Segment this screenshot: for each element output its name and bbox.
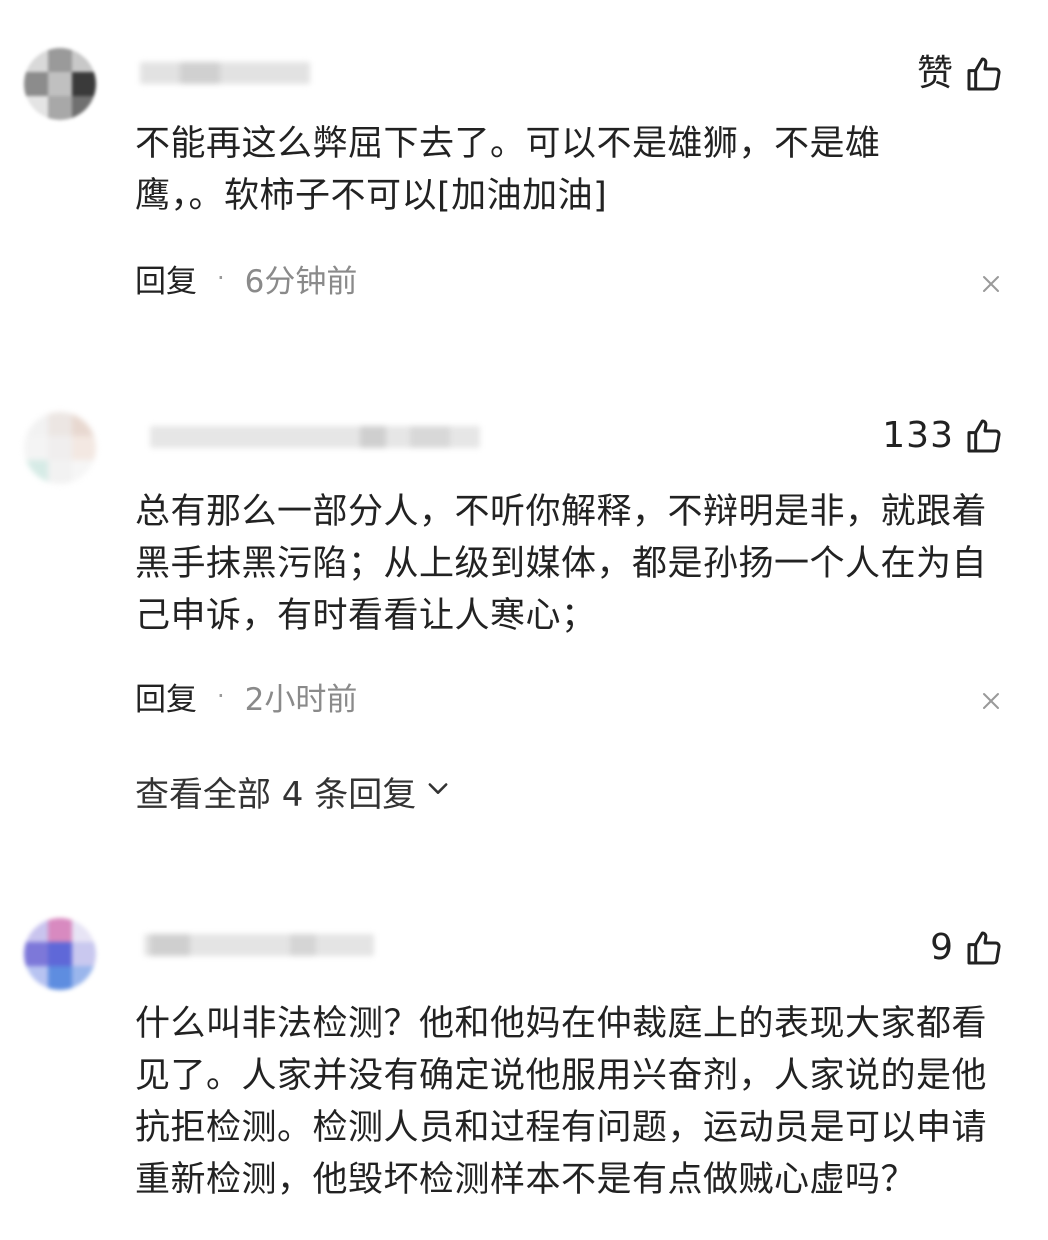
like-count: 9 xyxy=(930,927,954,968)
username-redacted[interactable] xyxy=(120,928,380,962)
thumbs-up-icon xyxy=(964,928,1004,968)
comment-item: 9 什么叫非法检测？他和他妈在仲裁庭上的表现大家都看见了。人家并没有确定说他服用… xyxy=(0,0,1048,1240)
avatar[interactable] xyxy=(24,918,96,990)
comment-text: 什么叫非法检测？他和他妈在仲裁庭上的表现大家都看见了。人家并没有确定说他服用兴奋… xyxy=(135,1004,988,1200)
like-button[interactable]: 9 xyxy=(930,926,1004,970)
